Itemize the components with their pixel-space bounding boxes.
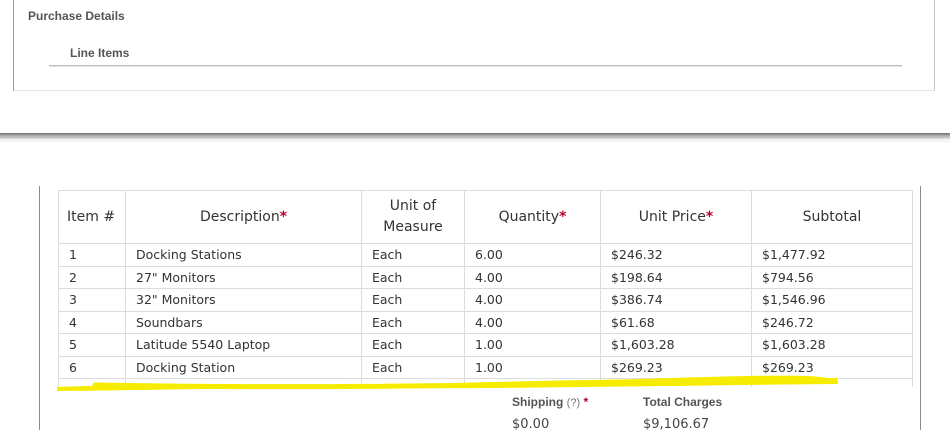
cell-subtotal: $1,546.96 xyxy=(751,288,913,312)
cell-description: Latitude 5540 Laptop xyxy=(125,333,362,357)
cell-quantity: 1.00 xyxy=(464,333,601,357)
cell-description: Docking Station xyxy=(125,355,362,379)
purchase-details-panel: Purchase Details Line Items xyxy=(13,0,935,91)
cell-unit-price: $198.64 xyxy=(600,265,752,289)
header-unit-of-measure: Unit of Measure xyxy=(361,190,465,244)
table-row[interactable]: 5 Latitude 5540 Laptop Each 1.00 $1,603.… xyxy=(58,333,913,357)
cell-subtotal: $246.72 xyxy=(751,310,913,334)
cell-quantity: 4.00 xyxy=(464,310,601,334)
purchase-details-title: Purchase Details xyxy=(28,9,125,23)
shipping-label: Shipping (?) * xyxy=(512,395,589,409)
cell-subtotal: $1,477.92 xyxy=(751,243,913,267)
cell-description: Soundbars xyxy=(125,310,362,334)
cell-unit-of-measure: Each xyxy=(361,288,465,312)
cell-description: 27" Monitors xyxy=(125,265,362,289)
line-items-table: Item # Description* Unit of Measure Quant… xyxy=(58,190,913,387)
table-row[interactable]: 3 32" Monitors Each 4.00 $386.74 $1,546.… xyxy=(58,288,913,312)
cell-item-number: 4 xyxy=(58,310,126,334)
cell-description: Docking Stations xyxy=(125,243,362,267)
required-marker: * xyxy=(583,395,589,409)
cell-unit-of-measure: Each xyxy=(361,310,465,334)
header-quantity: Quantity* xyxy=(464,190,601,244)
cell-unit-of-measure: Each xyxy=(361,265,465,289)
table-header-row: Item # Description* Unit of Measure Quant… xyxy=(58,190,913,244)
cell-quantity: 1.00 xyxy=(464,355,601,379)
cell-item-number: 6 xyxy=(58,355,126,379)
cell-item-number: 3 xyxy=(58,288,126,312)
cell-item-number: 5 xyxy=(58,333,126,357)
line-items-divider xyxy=(49,65,902,66)
cell-quantity: 4.00 xyxy=(464,265,601,289)
cell-quantity: 6.00 xyxy=(464,243,601,267)
cell-unit-price: $269.23 xyxy=(600,355,752,379)
table-row[interactable]: 6 Docking Station Each 1.00 $269.23 $269… xyxy=(58,355,913,379)
cell-unit-price: $386.74 xyxy=(600,288,752,312)
line-items-title: Line Items xyxy=(70,46,130,60)
total-charges-label: Total Charges xyxy=(643,395,723,409)
cell-unit-price: $246.32 xyxy=(600,243,752,267)
section-separator-shadow xyxy=(0,139,950,142)
cell-subtotal: $269.23 xyxy=(751,355,913,379)
header-subtotal: Subtotal xyxy=(751,190,913,244)
header-item-number: Item # xyxy=(58,190,126,244)
cell-unit-price: $61.68 xyxy=(600,310,752,334)
table-row[interactable]: 4 Soundbars Each 4.00 $61.68 $246.72 xyxy=(58,310,913,334)
cell-quantity: 4.00 xyxy=(464,288,601,312)
table-row[interactable]: 2 27" Monitors Each 4.00 $198.64 $794.56 xyxy=(58,265,913,289)
cell-subtotal: $794.56 xyxy=(751,265,913,289)
cell-unit-of-measure: Each xyxy=(361,243,465,267)
table-row[interactable]: 1 Docking Stations Each 6.00 $246.32 $1,… xyxy=(58,243,913,267)
cell-unit-of-measure: Each xyxy=(361,355,465,379)
required-marker: * xyxy=(279,208,288,225)
required-marker: * xyxy=(559,208,567,225)
shipping-help-icon[interactable]: (?) xyxy=(567,397,580,409)
cell-item-number: 2 xyxy=(58,265,126,289)
header-description: Description* xyxy=(125,190,362,244)
cell-unit-of-measure: Each xyxy=(361,333,465,357)
cell-subtotal: $1,603.28 xyxy=(751,333,913,357)
required-marker: * xyxy=(705,208,714,225)
header-unit-price: Unit Price* xyxy=(600,190,752,244)
cell-description: 32" Monitors xyxy=(125,288,362,312)
cell-item-number: 1 xyxy=(58,243,126,267)
table-row-obscured xyxy=(58,378,913,387)
cell-unit-price: $1,603.28 xyxy=(600,333,752,357)
